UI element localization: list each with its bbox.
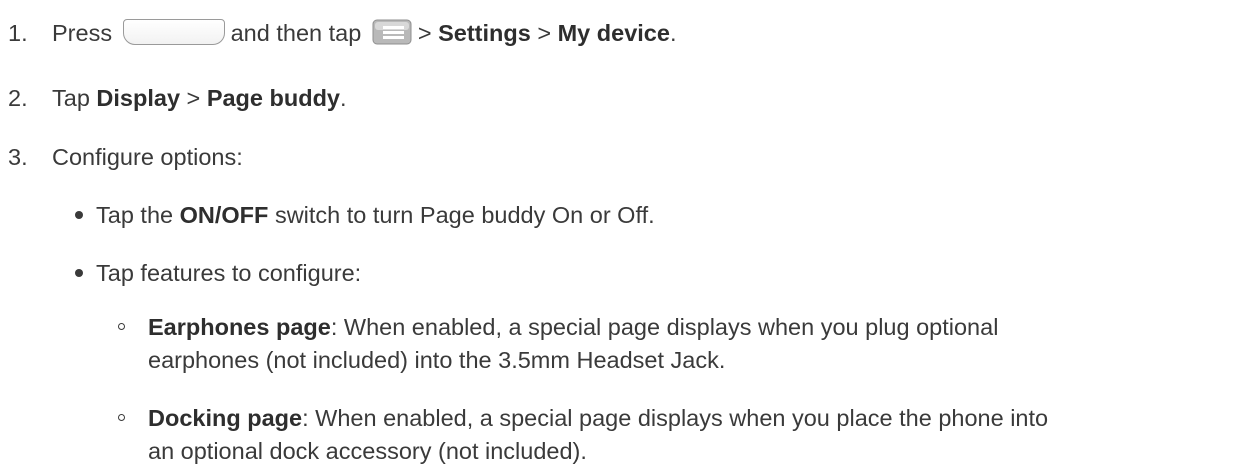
step-number: 3.: [8, 144, 28, 170]
sub-bullet-line: Docking page: When enabled, a special pa…: [148, 402, 1233, 435]
bullet-text: Tap the: [96, 202, 174, 228]
bullet-text: Tap features to configure:: [96, 260, 362, 286]
my-device-label: My device: [557, 20, 670, 46]
period: .: [340, 85, 347, 111]
step-text: and then tap: [230, 20, 362, 46]
separator: >: [186, 85, 201, 111]
bullet-dot-icon: [75, 268, 83, 277]
step-number: 2.: [8, 85, 28, 111]
bullet-item: Tap the ON/OFF switch to turn Page buddy…: [75, 201, 655, 229]
sub-bullet-text: Earphones page: When enabled, a special …: [148, 311, 1233, 377]
step-text: Configure options:: [52, 144, 243, 170]
on-off-label: ON/OFF: [179, 202, 269, 228]
sub-bullet-line: Earphones page: When enabled, a special …: [148, 311, 1233, 344]
home-key-icon: [122, 19, 225, 45]
menu-icon: [372, 19, 412, 45]
sub-bullet-text: Docking page: When enabled, a special pa…: [148, 402, 1233, 468]
docking-page-term: Docking page: [148, 405, 303, 431]
circle-bullet-icon: [118, 414, 125, 421]
step-1: 1. Press and then tap > Settings > My dev…: [8, 19, 676, 47]
earphones-page-term: Earphones page: [148, 314, 331, 340]
step-2: 2. Tap Display > Page buddy.: [8, 84, 347, 112]
bullet-dot-icon: [75, 210, 83, 219]
bullet-text: switch to turn Page buddy On or Off.: [274, 202, 655, 228]
page-buddy-label: Page buddy: [206, 85, 340, 111]
sub-bullet-desc: : When enabled, a special page displays …: [330, 314, 999, 340]
sub-bullet-line: earphones (not included) into the 3.5mm …: [148, 347, 726, 373]
sub-bullet-desc: : When enabled, a special page displays …: [302, 405, 1049, 431]
step-text: Tap: [52, 85, 90, 111]
separator: >: [417, 20, 432, 46]
display-label: Display: [96, 85, 181, 111]
settings-label: Settings: [438, 20, 531, 46]
separator: >: [537, 20, 552, 46]
step-3: 3. Configure options:: [8, 143, 243, 171]
sub-bullet-line: an optional dock accessory (not included…: [148, 438, 587, 464]
step-text: Press: [52, 20, 113, 46]
circle-bullet-icon: [118, 323, 125, 330]
period: .: [669, 20, 677, 46]
step-number: 1.: [8, 20, 28, 46]
bullet-item: Tap features to configure:: [75, 259, 361, 287]
